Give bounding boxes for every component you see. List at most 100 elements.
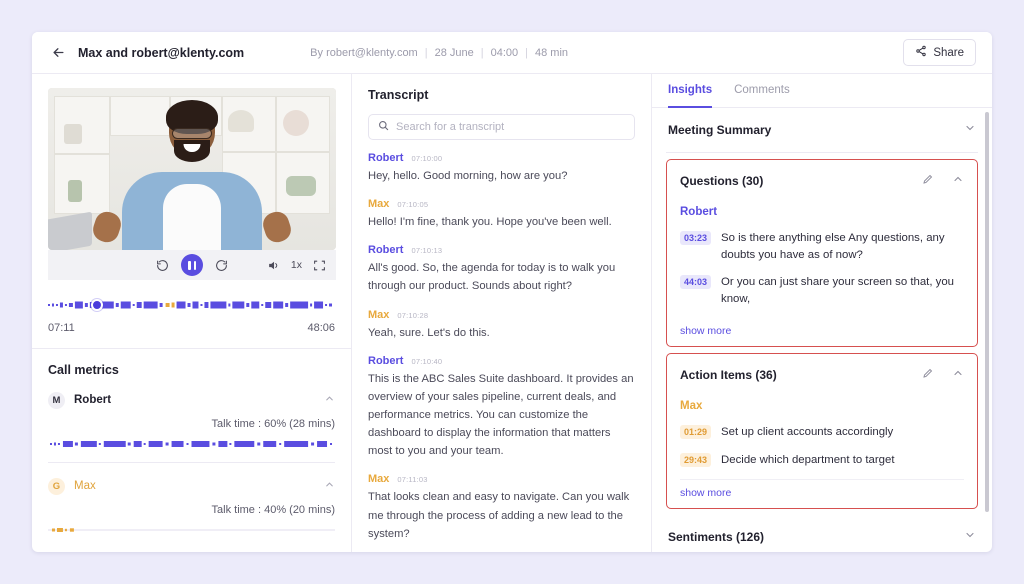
utterance-speaker: Max: [368, 473, 390, 486]
meta-author: By robert@klenty.com: [310, 46, 418, 59]
player-controls: 1x: [48, 250, 336, 280]
shelf-object: [283, 110, 309, 136]
transcript-search[interactable]: [368, 114, 635, 140]
pause-button[interactable]: [181, 254, 203, 276]
transcript-list[interactable]: Robert 07:10:00 Hey, hello. Good morning…: [352, 140, 651, 552]
meta-time: 04:00: [490, 46, 519, 59]
section-actions: [922, 172, 964, 190]
rewind-icon[interactable]: [156, 259, 169, 272]
chevron-up-icon[interactable]: [324, 391, 335, 409]
share-button[interactable]: Share: [903, 39, 976, 66]
seek-handle[interactable]: [91, 299, 104, 311]
shelf-object: [68, 180, 82, 202]
action-item-timestamp[interactable]: 01:29: [680, 425, 712, 440]
utterance-speaker: Max: [368, 308, 390, 321]
questions-show-more[interactable]: show more: [680, 318, 964, 346]
utterance-text: Hey, hello. Good morning, how are you?: [368, 170, 568, 182]
chevron-up-icon[interactable]: [952, 366, 964, 384]
utterance-text: All's good. So, the agenda for today is …: [368, 262, 616, 293]
fullscreen-icon[interactable]: [313, 259, 326, 272]
talk-waveform-max: [48, 522, 335, 532]
meta-date: 28 June: [434, 46, 474, 59]
insights-column: Insights Comments Meeting Summary Questi…: [652, 74, 992, 552]
action-item[interactable]: 29:43 Decide which department to target: [680, 452, 964, 469]
utterance-text: This is the ABC Sales Suite dashboard. I…: [368, 372, 634, 458]
video-container: [32, 74, 351, 250]
call-review-window: Max and robert@klenty.com By robert@klen…: [32, 32, 992, 552]
back-arrow-icon[interactable]: [48, 43, 68, 63]
share-label: Share: [933, 46, 964, 59]
app-header: Max and robert@klenty.com By robert@klen…: [32, 32, 992, 74]
forward-icon[interactable]: [215, 259, 228, 272]
section-title: Action Items (36): [680, 368, 777, 383]
action-items-show-more[interactable]: show more: [680, 479, 964, 508]
progress-section: 07:11 48:06: [32, 280, 351, 334]
action-item[interactable]: 01:29 Set up client accounts accordingly: [680, 424, 964, 441]
metrics-speaker-max: G Max Talk time : 40% (20 mins): [48, 477, 335, 532]
question-item[interactable]: 03:23 So is there anything else Any ques…: [680, 230, 964, 263]
volume-icon[interactable]: [267, 259, 280, 272]
utterance-time: 07:10:00: [411, 154, 443, 163]
insights-scroll-area[interactable]: Meeting Summary Questions (30) Robert 03…: [652, 108, 992, 552]
playback-speed-label[interactable]: 1x: [291, 259, 302, 271]
section-actions: [964, 528, 976, 546]
section-header: Sentiments (126): [668, 528, 976, 546]
utterance-text: Yeah, sure. Let's do this.: [368, 326, 490, 339]
section-header: Questions (30): [680, 172, 964, 190]
person-glasses: [172, 128, 212, 139]
tab-comments[interactable]: Comments: [734, 74, 790, 108]
section-sentiments[interactable]: Sentiments (126): [666, 515, 978, 552]
section-actions: [964, 121, 976, 139]
action-item-timestamp[interactable]: 29:43: [680, 452, 712, 467]
question-item[interactable]: 44:03 Or you can just share your screen …: [680, 274, 964, 307]
utterance-speaker: Robert: [368, 244, 404, 257]
utterance-text: That looks clean and easy to navigate. C…: [368, 491, 630, 540]
time-labels: 07:11 48:06: [48, 322, 335, 334]
action-item-text: Set up client accounts accordingly: [721, 426, 894, 439]
utterance-speaker: Robert: [368, 354, 404, 367]
current-time: 07:11: [48, 322, 75, 334]
utterance-time: 07:10:28: [397, 310, 429, 320]
chevron-down-icon[interactable]: [964, 528, 976, 546]
video-player[interactable]: [48, 88, 336, 250]
utterance-header: Robert 07:10:40: [368, 355, 635, 367]
pencil-icon[interactable]: [922, 172, 934, 190]
chevron-up-icon[interactable]: [324, 477, 335, 495]
question-timestamp[interactable]: 44:03: [680, 275, 712, 290]
utterance-speaker: Robert: [368, 152, 404, 164]
insights-scrollbar[interactable]: [985, 112, 989, 512]
seek-bar[interactable]: [48, 298, 335, 312]
playback-controls: [156, 254, 228, 276]
question-timestamp[interactable]: 03:23: [680, 231, 712, 245]
chevron-up-icon[interactable]: [952, 172, 964, 190]
utterance-text: Hello! I'm fine, thank you. Hope you've …: [368, 216, 612, 229]
call-meta: By robert@klenty.com | 28 June | 04:00 |…: [310, 47, 568, 59]
section-header: Action Items (36): [680, 366, 964, 384]
utterance-time: 07:10:40: [411, 356, 443, 366]
action-items-speaker-row: Max: [680, 400, 964, 412]
section-actions: [922, 366, 964, 384]
search-input[interactable]: [396, 121, 625, 133]
chevron-down-icon[interactable]: [964, 121, 976, 139]
player-column: 1x 07:11 48:06 Call metrics M Robert Tal…: [32, 74, 352, 552]
shelf-unit: [54, 96, 110, 154]
shelf-unit: [54, 154, 110, 214]
meta-separator: |: [424, 46, 428, 59]
transcript-utterance: Max 07:11:03 That looks clean and easy t…: [368, 473, 635, 542]
speaker-row[interactable]: G Max: [48, 477, 335, 495]
transcript-column: Transcript Robert 07:10:00 Hey, hello. G…: [352, 74, 652, 552]
speaker-row[interactable]: M Robert: [48, 391, 335, 409]
section-meeting-summary[interactable]: Meeting Summary: [666, 108, 978, 153]
search-icon: [378, 118, 389, 136]
transcript-title: Transcript: [368, 88, 429, 102]
utterance-header: Robert 07:10:13: [368, 244, 635, 256]
transcript-utterance: Robert 07:10:00 Hey, hello. Good morning…: [368, 152, 635, 185]
utterance-time: 07:11:03: [397, 475, 428, 485]
transcript-utterance: Robert 07:10:13 All's good. So, the agen…: [368, 244, 635, 295]
pencil-icon[interactable]: [922, 366, 934, 384]
utterance-speaker: Max: [368, 198, 390, 211]
tab-insights[interactable]: Insights: [668, 74, 713, 108]
shelf-object: [228, 110, 254, 132]
page-title: Max and robert@klenty.com: [78, 45, 245, 60]
transcript-utterance: Max 07:10:05 Hello! I'm fine, thank you.…: [368, 198, 635, 231]
